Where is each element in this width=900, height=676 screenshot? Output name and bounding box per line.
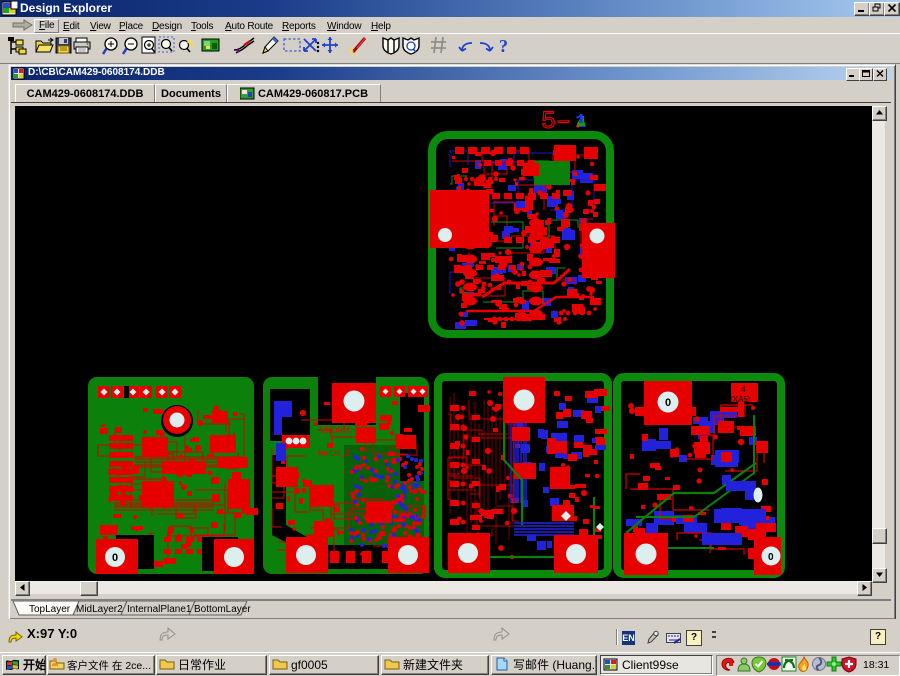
- svg-text:1: 1: [575, 111, 586, 133]
- svg-text:MidLayer2: MidLayer2: [76, 604, 123, 615]
- svg-text:0: 0: [768, 552, 774, 563]
- svg-text:1: 1: [330, 437, 335, 446]
- svg-text:0: 0: [112, 552, 118, 564]
- svg-text:VNORM: VNORM: [320, 426, 350, 435]
- svg-text:TopLayer: TopLayer: [29, 604, 71, 615]
- svg-text:5–: 5–: [541, 107, 571, 136]
- svg-text:?: ?: [499, 36, 508, 56]
- svg-text:BottomLayer: BottomLayer: [194, 604, 251, 615]
- svg-text:4: 4: [741, 385, 746, 394]
- svg-text:InternalPlane1: InternalPlane1: [127, 604, 192, 615]
- svg-text:NetD4_2: NetD4_2: [318, 449, 350, 458]
- svg-text:0: 0: [665, 397, 671, 409]
- svg-text:18:31: 18:31: [863, 659, 889, 671]
- svg-text:2: 2: [332, 414, 337, 423]
